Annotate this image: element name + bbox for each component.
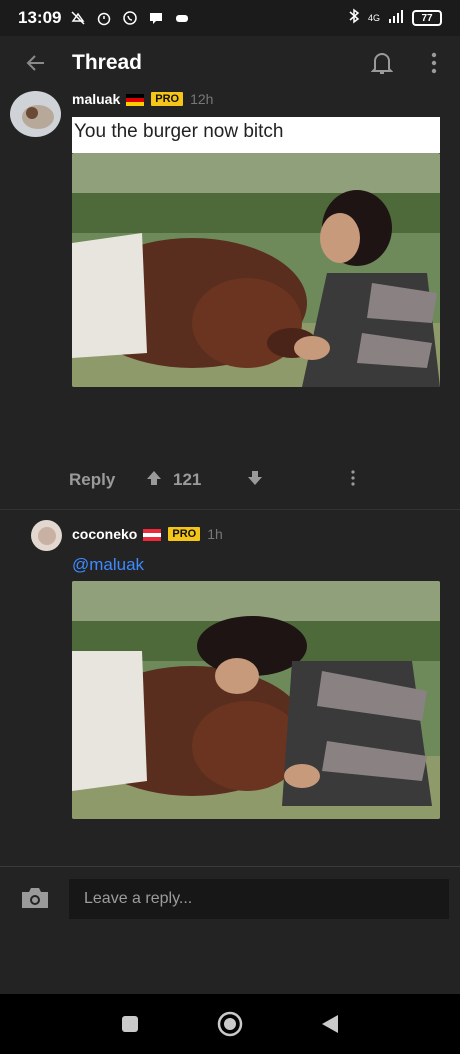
back-button[interactable]	[0, 36, 72, 90]
comment-image[interactable]	[72, 153, 440, 387]
more-vertical-icon	[351, 469, 355, 486]
alarm-icon	[95, 9, 113, 27]
triangle-back-icon	[322, 1015, 338, 1033]
mute-icon	[69, 9, 87, 27]
arrow-down-icon	[248, 470, 262, 485]
page-title: Thread	[72, 51, 143, 74]
avatar[interactable]	[10, 91, 61, 137]
circle-icon	[217, 1011, 243, 1037]
square-icon	[122, 1016, 138, 1032]
app-header: Thread	[0, 36, 460, 90]
system-back-button[interactable]	[310, 1004, 350, 1044]
pro-badge: PRO	[167, 526, 202, 542]
status-bar: 13:09 4G 77	[0, 0, 460, 36]
camera-icon	[22, 888, 48, 908]
reply-button[interactable]: Reply	[69, 470, 115, 490]
pro-badge: PRO	[150, 91, 185, 107]
recents-button[interactable]	[110, 1004, 150, 1044]
arrow-up-icon	[147, 470, 161, 485]
meme-caption: You the burger now bitch	[72, 117, 440, 153]
reply-composer	[0, 867, 460, 993]
austria-flag-icon	[143, 528, 162, 541]
status-time: 13:09	[18, 8, 62, 27]
signal-icon	[388, 9, 404, 28]
comment-menu-button[interactable]	[350, 469, 356, 491]
avatar[interactable]	[31, 520, 62, 551]
germany-flag-icon	[126, 93, 145, 106]
camera-button[interactable]	[20, 885, 52, 913]
comment-actions: Reply 121	[0, 460, 460, 500]
comment-item: maluak PRO 12h You the burger now bitch …	[0, 90, 460, 510]
reply-input[interactable]	[69, 879, 449, 919]
gamepad-icon	[173, 9, 191, 27]
mention-link[interactable]: @maluak	[72, 555, 144, 575]
username[interactable]: coconeko	[72, 526, 137, 542]
bell-icon	[371, 53, 393, 74]
comment-item: coconeko PRO 1h @maluak	[0, 512, 460, 866]
system-nav-bar	[0, 994, 460, 1054]
network-type: 4G	[367, 13, 380, 23]
timestamp: 1h	[207, 526, 223, 542]
overflow-menu-button[interactable]	[408, 36, 460, 90]
comment-image[interactable]	[72, 581, 440, 819]
battery-indicator: 77	[412, 10, 442, 26]
more-vertical-icon	[431, 52, 437, 74]
username[interactable]: maluak	[72, 91, 120, 107]
vote-score: 121	[173, 470, 202, 489]
whatsapp-icon	[121, 9, 139, 27]
chat-icon	[147, 9, 165, 27]
bluetooth-icon	[348, 8, 360, 29]
timestamp: 12h	[190, 91, 214, 107]
downvote-button[interactable]	[246, 469, 264, 492]
notification-button[interactable]	[356, 36, 408, 90]
upvote-button[interactable]	[145, 469, 163, 492]
arrow-left-icon	[26, 55, 44, 71]
home-button[interactable]	[210, 1004, 250, 1044]
